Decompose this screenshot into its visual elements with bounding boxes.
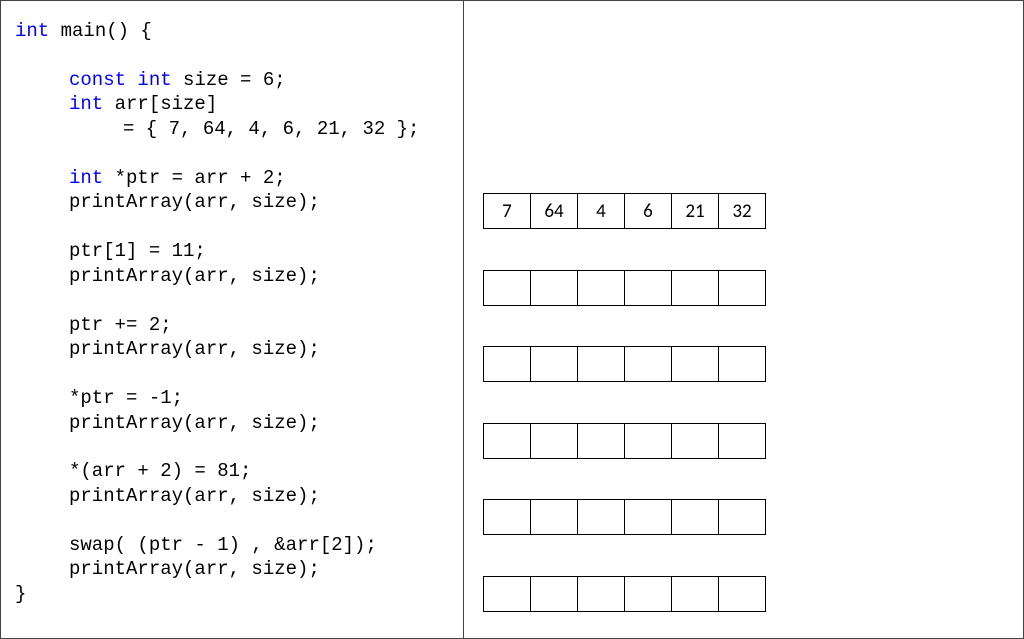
array-cell [530, 346, 578, 382]
array-row [483, 423, 1023, 459]
array-cell [671, 423, 719, 459]
code-line: *(arr + 2) = 81; [15, 459, 463, 484]
array-cell [577, 270, 625, 306]
code-line: printArray(arr, size); [15, 411, 463, 436]
keyword-int: int [15, 20, 49, 42]
blank-line [15, 289, 463, 313]
code-line: printArray(arr, size); [15, 190, 463, 215]
array-cell: 32 [718, 193, 766, 229]
array-cell [577, 423, 625, 459]
array-cell [718, 346, 766, 382]
keyword-int: int [69, 93, 103, 115]
blank-line [15, 362, 463, 386]
code-line: printArray(arr, size); [15, 264, 463, 289]
array-cell [483, 576, 531, 612]
keyword-int: int [69, 167, 103, 189]
array-cell [624, 423, 672, 459]
array-cell: 6 [624, 193, 672, 229]
array-cell [624, 346, 672, 382]
code-line: printArray(arr, size); [15, 484, 463, 509]
array-cell: 4 [577, 193, 625, 229]
code-line: ptr += 2; [15, 313, 463, 338]
array-cell [483, 423, 531, 459]
blank-line [15, 509, 463, 533]
code-line: printArray(arr, size); [15, 337, 463, 362]
array-cell [483, 499, 531, 535]
blank-line [15, 435, 463, 459]
code-line: printArray(arr, size); [15, 557, 463, 582]
code-line: swap( (ptr - 1) , &arr[2]); [15, 533, 463, 558]
array-cell [624, 576, 672, 612]
array-cell [577, 346, 625, 382]
array-cell [718, 423, 766, 459]
array-row [483, 499, 1023, 535]
array-cell [718, 270, 766, 306]
array-cell [530, 423, 578, 459]
array-cell [577, 576, 625, 612]
array-cell [671, 346, 719, 382]
array-cell: 7 [483, 193, 531, 229]
array-row [483, 270, 1023, 306]
array-cell [671, 499, 719, 535]
array-cell [718, 576, 766, 612]
array-cell [624, 499, 672, 535]
blank-line [15, 142, 463, 166]
array-cell: 64 [530, 193, 578, 229]
code-line: int arr[size] [15, 92, 463, 117]
array-cell [718, 499, 766, 535]
array-cell [530, 576, 578, 612]
code-line: ptr[1] = 11; [15, 239, 463, 264]
blank-line [15, 44, 463, 68]
code-line: int main() { [15, 19, 463, 44]
array-cell [530, 270, 578, 306]
keyword-const: const [69, 69, 126, 91]
array-cell [624, 270, 672, 306]
array-cell [671, 270, 719, 306]
array-cell [483, 346, 531, 382]
code-line: *ptr = -1; [15, 386, 463, 411]
worksheet-container: int main() { const int size = 6; int arr… [0, 0, 1024, 639]
array-row [483, 346, 1023, 382]
array-cell: 21 [671, 193, 719, 229]
array-cell [483, 270, 531, 306]
array-row [483, 576, 1023, 612]
array-cell [671, 576, 719, 612]
array-cell [577, 499, 625, 535]
code-pane: int main() { const int size = 6; int arr… [1, 1, 464, 638]
output-pane: 7 64 4 6 21 32 [464, 1, 1023, 638]
code-line: int *ptr = arr + 2; [15, 166, 463, 191]
blank-line [15, 215, 463, 239]
code-line: const int size = 6; [15, 68, 463, 93]
code-line: } [15, 582, 463, 607]
code-line: = { 7, 64, 4, 6, 21, 32 }; [15, 117, 463, 142]
keyword-int: int [137, 69, 171, 91]
array-row: 7 64 4 6 21 32 [483, 193, 1023, 229]
array-cell [530, 499, 578, 535]
